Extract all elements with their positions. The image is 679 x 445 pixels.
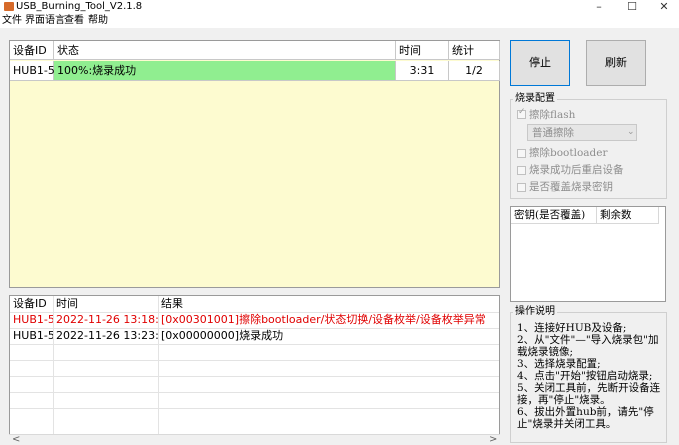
menu-help[interactable]: 帮助 bbox=[88, 15, 108, 27]
reboot-after-label: 烧录成功后重启设备 bbox=[529, 164, 624, 176]
key-header-key[interactable]: 密钥(是否覆盖) bbox=[511, 207, 597, 224]
overwrite-key-label: 是否覆盖烧录密钥 bbox=[529, 181, 613, 193]
erase-mode-select[interactable]: 普通擦除 ⌄ bbox=[527, 124, 637, 141]
reboot-after-checkbox[interactable] bbox=[517, 166, 526, 175]
close-button[interactable]: ✕ bbox=[649, 0, 679, 14]
horizontal-scrollbar[interactable]: < > bbox=[9, 434, 500, 445]
log-row-2-result[interactable]: [0x00000000]烧录成功 bbox=[158, 328, 498, 344]
scroll-right-icon[interactable]: > bbox=[489, 434, 497, 445]
status-progress-cell[interactable]: 100%:烧录成功 bbox=[54, 61, 396, 81]
instructions-legend: 操作说明 bbox=[513, 306, 557, 318]
maximize-button[interactable]: ☐ bbox=[617, 0, 647, 14]
window-title: USB_Burning_Tool_V2.1.8 bbox=[16, 1, 143, 12]
log-table[interactable]: 设备ID 时间 结果 HUB1-5 2022-11-26 13:18:... [… bbox=[9, 295, 500, 445]
col-header-time[interactable]: 时间 bbox=[396, 41, 449, 60]
chevron-down-icon: ⌄ bbox=[627, 127, 635, 137]
device-id-cell[interactable]: HUB1-5 bbox=[10, 61, 55, 81]
key-header-remaining[interactable]: 剩余数 bbox=[597, 207, 659, 224]
log-row-divider bbox=[10, 408, 499, 409]
log-header-result[interactable]: 结果 bbox=[158, 296, 498, 312]
log-row-1-result[interactable]: [0x00301001]擦除bootloader/状态切换/设备枚举/设备枚举异… bbox=[158, 312, 498, 328]
count-cell[interactable]: 1/2 bbox=[449, 61, 500, 81]
key-list[interactable]: 密钥(是否覆盖) 剩余数 bbox=[510, 206, 666, 302]
menu-language[interactable]: 界面语言 bbox=[25, 15, 65, 27]
log-row-divider bbox=[10, 392, 499, 393]
device-table[interactable]: 设备ID 状态 时间 统计 HUB1-5 100%:烧录成功 3:31 1/2 bbox=[9, 40, 500, 288]
log-row-2-device-id[interactable]: HUB1-5 bbox=[10, 328, 53, 344]
log-row-divider bbox=[10, 360, 499, 361]
burn-config-legend: 烧录配置 bbox=[513, 93, 557, 105]
log-row-1-device-id[interactable]: HUB1-5 bbox=[10, 312, 53, 328]
menu-view[interactable]: 查看 bbox=[64, 15, 84, 27]
erase-bootloader-checkbox[interactable] bbox=[517, 149, 526, 158]
log-row-divider bbox=[10, 376, 499, 377]
col-header-count[interactable]: 统计 bbox=[449, 41, 500, 60]
erase-mode-value: 普通擦除 bbox=[532, 127, 574, 139]
scroll-left-icon[interactable]: < bbox=[12, 434, 20, 445]
overwrite-key-checkbox[interactable] bbox=[517, 183, 526, 192]
log-row-divider bbox=[10, 344, 499, 345]
erase-bootloader-label: 擦除bootloader bbox=[529, 147, 608, 159]
menu-file[interactable]: 文件 bbox=[2, 15, 22, 27]
col-header-status[interactable]: 状态 bbox=[54, 41, 396, 60]
log-row-1-time[interactable]: 2022-11-26 13:18:... bbox=[53, 312, 158, 328]
col-header-device-id[interactable]: 设备ID bbox=[10, 41, 54, 60]
app-icon bbox=[4, 2, 14, 11]
erase-flash-label: 擦除flash bbox=[529, 109, 576, 121]
log-row-2-time[interactable]: 2022-11-26 13:23:... bbox=[53, 328, 158, 344]
time-cell[interactable]: 3:31 bbox=[396, 61, 449, 81]
log-header-device-id[interactable]: 设备ID bbox=[10, 296, 53, 312]
instructions-text: 1、连接好HUB及设备; 2、从"文件"—"导入烧录包"加载烧录镜像; 3、选择… bbox=[517, 322, 661, 430]
minimize-button[interactable]: – bbox=[584, 0, 614, 14]
log-header-time[interactable]: 时间 bbox=[53, 296, 158, 312]
checkmark-icon: ✓ bbox=[518, 107, 526, 117]
refresh-button[interactable]: 刷新 bbox=[586, 40, 646, 86]
stop-button[interactable]: 停止 bbox=[510, 40, 570, 86]
